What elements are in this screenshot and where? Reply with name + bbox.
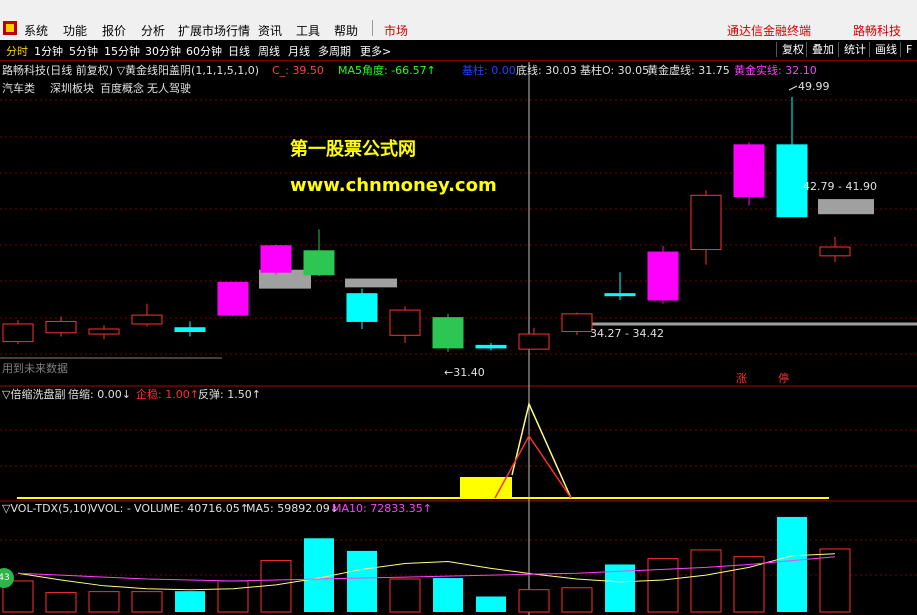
sector-autonomous: 无人驾驶	[147, 81, 191, 95]
volume-bar-16	[690, 549, 722, 613]
candle-9[interactable]	[389, 306, 421, 343]
volume-bar-8	[347, 550, 377, 612]
candle-body	[561, 313, 593, 333]
candle-body	[432, 317, 464, 349]
candle-body	[45, 320, 77, 334]
candle-body	[131, 314, 163, 325]
volume-bar-5	[217, 580, 249, 613]
gold-dash-label: 黄金虚线: 31.75	[647, 63, 730, 77]
candle-body	[389, 309, 421, 336]
candle-6[interactable]	[260, 244, 292, 275]
low-price-label: ←31.40	[444, 366, 485, 379]
candle-body	[303, 250, 335, 276]
watermark-url: www.chnmoney.com	[290, 175, 497, 196]
candle-10[interactable]	[432, 313, 464, 352]
candle-1[interactable]	[45, 316, 77, 337]
bottom-line-label: 底线: 30.03	[516, 63, 577, 77]
limit-up-flag: 涨	[736, 372, 747, 385]
volume-bar-19	[819, 548, 851, 613]
sector-shenzhen: 深圳板块	[50, 81, 94, 95]
candle-15[interactable]	[647, 245, 679, 304]
base-line-label: 基柱: 0.00	[462, 63, 516, 77]
volume-bar-15	[647, 558, 679, 613]
candle-5[interactable]	[217, 281, 249, 317]
volume-bar-4	[175, 591, 205, 612]
volume-bar-3	[131, 591, 163, 613]
sector-baidu: 百度概念	[100, 81, 144, 95]
candle-body	[2, 323, 34, 343]
volume-label: VOLUME: 40716.05↑	[134, 502, 249, 515]
candle-body	[88, 328, 120, 335]
candle-7[interactable]	[303, 229, 335, 277]
candle-16[interactable]	[690, 190, 722, 265]
high-price-pointer	[788, 85, 798, 91]
volume-bars	[2, 516, 851, 613]
candle-17[interactable]	[733, 142, 765, 206]
candle-body	[690, 194, 722, 251]
candle-4[interactable]	[174, 321, 206, 337]
candle-body	[217, 281, 249, 316]
vol-ma5-label: MA5: 59892.09↓	[246, 502, 339, 515]
volume-bar-6	[260, 560, 292, 613]
volume-bar-12	[518, 589, 550, 613]
indicator-title: ▽倍缩洗盘副	[2, 387, 65, 401]
volume-bar-18	[777, 516, 807, 612]
future-data-label: 用到未来数据	[2, 361, 68, 375]
candle-18[interactable]	[776, 96, 808, 218]
volume-bar-7	[304, 538, 334, 612]
kline-chart[interactable]: 用到未来数据 49.99 ←31.40 42.79 - 41.90 34.27 …	[0, 0, 917, 615]
candle-body	[174, 327, 206, 333]
gray-zone-2	[818, 199, 874, 215]
candle-body	[647, 251, 679, 301]
volume-bar-1	[45, 592, 77, 613]
gray-zone-1	[345, 278, 397, 288]
candle-13[interactable]	[561, 312, 593, 336]
candle-body	[518, 333, 550, 350]
candles[interactable]	[2, 96, 851, 352]
base-o-label: 基柱O: 30.05	[580, 63, 649, 77]
candle-12[interactable]	[518, 327, 550, 350]
candle-11[interactable]	[475, 342, 507, 351]
volume-bar-13	[561, 587, 593, 613]
close-price-label: C_: 39.50	[272, 64, 324, 77]
candle-body	[819, 246, 851, 257]
sector-auto: 汽车类	[2, 81, 35, 95]
high-price-label: 49.99	[798, 80, 830, 93]
candle-body	[260, 245, 292, 273]
indicator-value-2: 企稳: 1.00↑	[136, 387, 199, 401]
range-label-1: 42.79 - 41.90	[803, 180, 877, 193]
candle-body	[346, 293, 378, 322]
range-label-2: 34.27 - 34.42	[590, 327, 664, 340]
candle-body	[604, 293, 636, 297]
candle-0[interactable]	[2, 320, 34, 345]
limit-stop-flag: 停	[778, 371, 789, 385]
volume-title: ▽VOL-TDX(5,10)	[2, 502, 91, 515]
ma5-angle-label: MA5角度: -66.57↑	[338, 63, 436, 77]
indicator-value-1: 倍缩: 0.00↓	[68, 387, 131, 401]
candle-2[interactable]	[88, 325, 120, 340]
watermark-title: 第一股票公式网	[290, 138, 416, 160]
volume-bar-2	[88, 591, 120, 613]
main-panel-title: 路畅科技(日线 前复权) ▽黄金线阳盖阴(1,1,1,5,1,0)	[2, 63, 259, 77]
candle-3[interactable]	[131, 303, 163, 327]
indicator-grid	[0, 429, 917, 467]
vvol-label: VVOL: -	[90, 502, 131, 515]
gold-solid-label: 黄金实线: 32.10	[734, 63, 817, 77]
volume-bar-10	[433, 578, 463, 612]
candle-19[interactable]	[819, 236, 851, 263]
indicator-value-3: 反弹: 1.50↑	[198, 387, 261, 401]
candle-14[interactable]	[604, 272, 636, 300]
volume-bar-9	[389, 578, 421, 613]
candle-8[interactable]	[346, 288, 378, 329]
vol-ma10-label: MA10: 72833.35↑	[332, 502, 432, 515]
candle-body	[475, 344, 507, 349]
volume-bar-11	[476, 596, 506, 612]
candle-body	[733, 144, 765, 198]
